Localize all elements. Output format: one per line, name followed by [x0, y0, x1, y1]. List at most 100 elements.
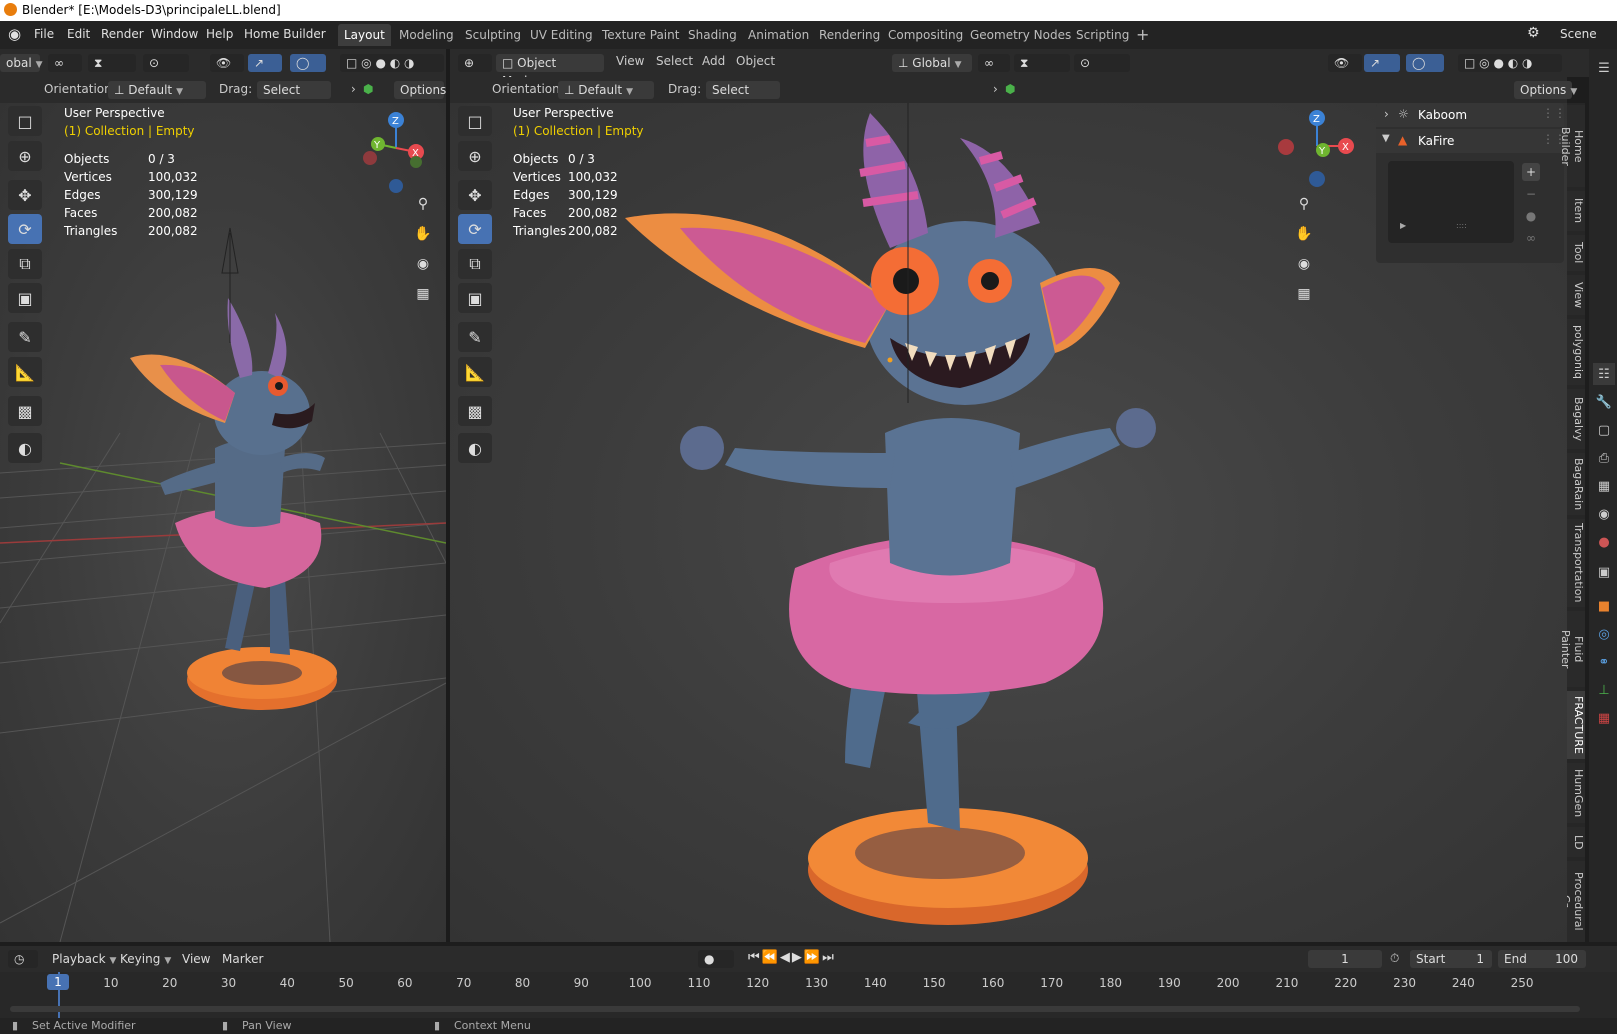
add-cube-tool-icon[interactable]: ▩	[8, 396, 42, 426]
tab-modeling[interactable]: Modeling	[393, 24, 460, 46]
tab-sculpting[interactable]: Sculpting	[459, 24, 527, 46]
select-box-tool-icon[interactable]: □	[8, 106, 42, 136]
left-snap-icon[interactable]: ⧗	[88, 54, 136, 72]
measure-tool-icon[interactable]: 📐	[8, 357, 42, 387]
main-move-tool-icon[interactable]: ✥	[458, 180, 492, 210]
menu-object[interactable]: Object	[736, 54, 775, 68]
gizmo-toggle-icon[interactable]: ↗	[1364, 54, 1400, 72]
props-wrench-icon[interactable]: 🔧	[1593, 391, 1615, 413]
cursor-tool-icon[interactable]: ⊕	[8, 141, 42, 171]
main-add-cube-tool-icon[interactable]: ▩	[458, 396, 492, 426]
menu-render[interactable]: Render	[101, 27, 144, 41]
left-grid-toggle-icon[interactable]: ▦	[410, 281, 436, 307]
timeline-ruler[interactable]: 10 20 30 40 50 60 70 80 90 100 110 120 130 140 150 160 1…	[0, 972, 1617, 992]
sidebar-tab-view[interactable]: View	[1567, 275, 1585, 315]
sidebar-tab-home-builder[interactable]: Home Builder	[1559, 105, 1585, 187]
options-button[interactable]: Options ▼	[1514, 81, 1577, 99]
left-addon-icon[interactable]: ⬢	[363, 82, 373, 96]
list-expand-icon[interactable]: ▶	[1400, 221, 1406, 230]
list-add-icon[interactable]: +	[1522, 163, 1540, 181]
timeline-menu-view[interactable]: View	[182, 952, 210, 966]
timeline-scrollbar[interactable]	[10, 1006, 1580, 1012]
left-pivot-icon[interactable]: ∞	[48, 54, 82, 72]
object-mode-dropdown[interactable]: □ Object Mode▼	[496, 54, 604, 88]
auto-keying-icon[interactable]: ●	[698, 950, 734, 968]
annotate-tool-icon[interactable]: ✎	[8, 322, 42, 352]
left-pan-hand-icon[interactable]: ✋	[410, 221, 436, 247]
kafire-expand-chevron-icon[interactable]: ▼	[1382, 133, 1390, 144]
constraints-props-icon[interactable]: ⚭	[1593, 651, 1615, 673]
tab-scripting[interactable]: Scripting	[1070, 24, 1135, 46]
transform-orientation-dropdown[interactable]: ⊥ Global ▼	[892, 54, 972, 72]
render-props-icon[interactable]: ▢	[1593, 419, 1615, 441]
view-layer-icon[interactable]: ▦	[1593, 475, 1615, 497]
left-transform-dropdown[interactable]: obal ▼	[0, 54, 43, 72]
end-frame-field[interactable]: End 100	[1498, 950, 1586, 968]
physics-props-icon[interactable]: ◎	[1593, 623, 1615, 645]
left-visibility-icon[interactable]: 👁	[210, 54, 244, 72]
sidebar-tab-fracture[interactable]: FRACTURE	[1567, 691, 1585, 759]
playback-controls[interactable]: ⏮⏪◀▶⏩⏭	[748, 950, 836, 965]
sidebar-tab-ld[interactable]: LD	[1567, 827, 1585, 857]
timeline[interactable]: 10 20 30 40 50 60 70 80 90 100 110 120 130 140 150 160 1…	[0, 972, 1617, 1018]
ortho-toggle-icon[interactable]: ▦	[1291, 281, 1317, 307]
blender-menu-icon[interactable]: ◉	[8, 25, 21, 43]
playhead-label[interactable]: 1	[47, 974, 69, 990]
data-props-icon[interactable]: ⊥	[1593, 679, 1615, 701]
outliner-icon[interactable]: ☰	[1593, 57, 1615, 79]
sidebar-tab-polygoniq[interactable]: polygoniq	[1567, 319, 1585, 385]
scale-tool-icon[interactable]: ⧉	[8, 249, 42, 279]
panel-kaboom[interactable]: › ☼ Kaboom ⋮⋮	[1376, 103, 1566, 127]
timeline-menu-keying[interactable]: Keying ▼	[120, 952, 171, 966]
snap-icon[interactable]: ⧗	[1014, 54, 1070, 72]
tab-layout[interactable]: Layout	[338, 24, 391, 46]
rotate-tool-icon[interactable]: ⟳	[8, 214, 42, 244]
texture-props-icon[interactable]: ▦	[1593, 707, 1615, 729]
main-measure-tool-icon[interactable]: 📐	[458, 357, 492, 387]
kaboom-drag-handle-icon[interactable]: ⋮⋮	[1542, 106, 1566, 120]
timeline-menu-marker[interactable]: Marker	[222, 952, 263, 966]
left-options-button[interactable]: Options	[394, 81, 446, 99]
list-resize-handle-icon[interactable]: ::::	[1456, 221, 1467, 230]
sidebar-tab-humgen[interactable]: HumGen	[1567, 763, 1585, 823]
list-link-icon[interactable]: ∞	[1522, 229, 1540, 247]
menu-window[interactable]: Window	[151, 27, 198, 41]
main-axis-gizmo[interactable]: Z X Y	[1272, 106, 1362, 196]
main-transform-tool-icon[interactable]: ▣	[458, 283, 492, 313]
tab-shading[interactable]: Shading	[682, 24, 743, 46]
menu-edit[interactable]: Edit	[67, 27, 90, 41]
stopwatch-icon[interactable]: ⏱	[1390, 951, 1399, 966]
left-viewport[interactable]: □ ⊕ ✥ ⟳ ⧉ ▣ ✎ 📐 ▩ ◐ User Perspective (1)…	[0, 103, 446, 942]
sidebar-tab-item[interactable]: Item	[1567, 191, 1585, 231]
shading-tool-icon[interactable]: ◐	[8, 433, 42, 463]
main-rotate-tool-icon[interactable]: ⟳	[458, 214, 492, 244]
sidebar-tab-fluid-painter[interactable]: Fluid Painter	[1559, 611, 1585, 687]
main-cursor-tool-icon[interactable]: ⊕	[458, 141, 492, 171]
left-camera-icon[interactable]: ◉	[410, 251, 436, 277]
list-remove-icon[interactable]: −	[1522, 185, 1540, 203]
visibility-icon[interactable]: 👁	[1328, 54, 1362, 72]
menu-select[interactable]: Select	[656, 54, 693, 68]
current-frame-field[interactable]: 1	[1308, 950, 1382, 968]
menu-file[interactable]: File	[34, 27, 54, 41]
kafire-list[interactable]: ▶ ::::	[1388, 161, 1514, 243]
overlay-toggle-icon[interactable]: ◯	[1406, 54, 1444, 72]
addon-icon[interactable]: ⬢	[1005, 82, 1015, 96]
orientation-dropdown[interactable]: ⊥ Default ▼	[558, 81, 654, 99]
move-tool-icon[interactable]: ✥	[8, 180, 42, 210]
tab-geometry-nodes[interactable]: Geometry Nodes	[964, 24, 1077, 46]
proportional-edit-icon[interactable]: ⊙	[1074, 54, 1130, 72]
left-gizmo-icon[interactable]: ↗	[248, 54, 282, 72]
left-more-chevron-icon[interactable]: ›	[351, 82, 356, 96]
sidebar-tab-procedural[interactable]: Procedural Cr	[1567, 861, 1585, 942]
left-axis-gizmo[interactable]: Z X Y	[356, 108, 436, 198]
sidebar-tab-tool[interactable]: Tool	[1567, 235, 1585, 271]
left-orientation-dropdown[interactable]: ⊥ Default ▼	[108, 81, 206, 99]
tab-uv-editing[interactable]: UV Editing	[524, 24, 599, 46]
drag-dropdown[interactable]: Select Box▼	[706, 81, 780, 115]
start-frame-field[interactable]: Start 1	[1410, 950, 1492, 968]
pan-hand-icon[interactable]: ✋	[1291, 221, 1317, 247]
main-shading-tool-icon[interactable]: ◐	[458, 433, 492, 463]
collection-props-icon[interactable]: ▣	[1593, 561, 1615, 583]
tab-rendering[interactable]: Rendering	[813, 24, 886, 46]
